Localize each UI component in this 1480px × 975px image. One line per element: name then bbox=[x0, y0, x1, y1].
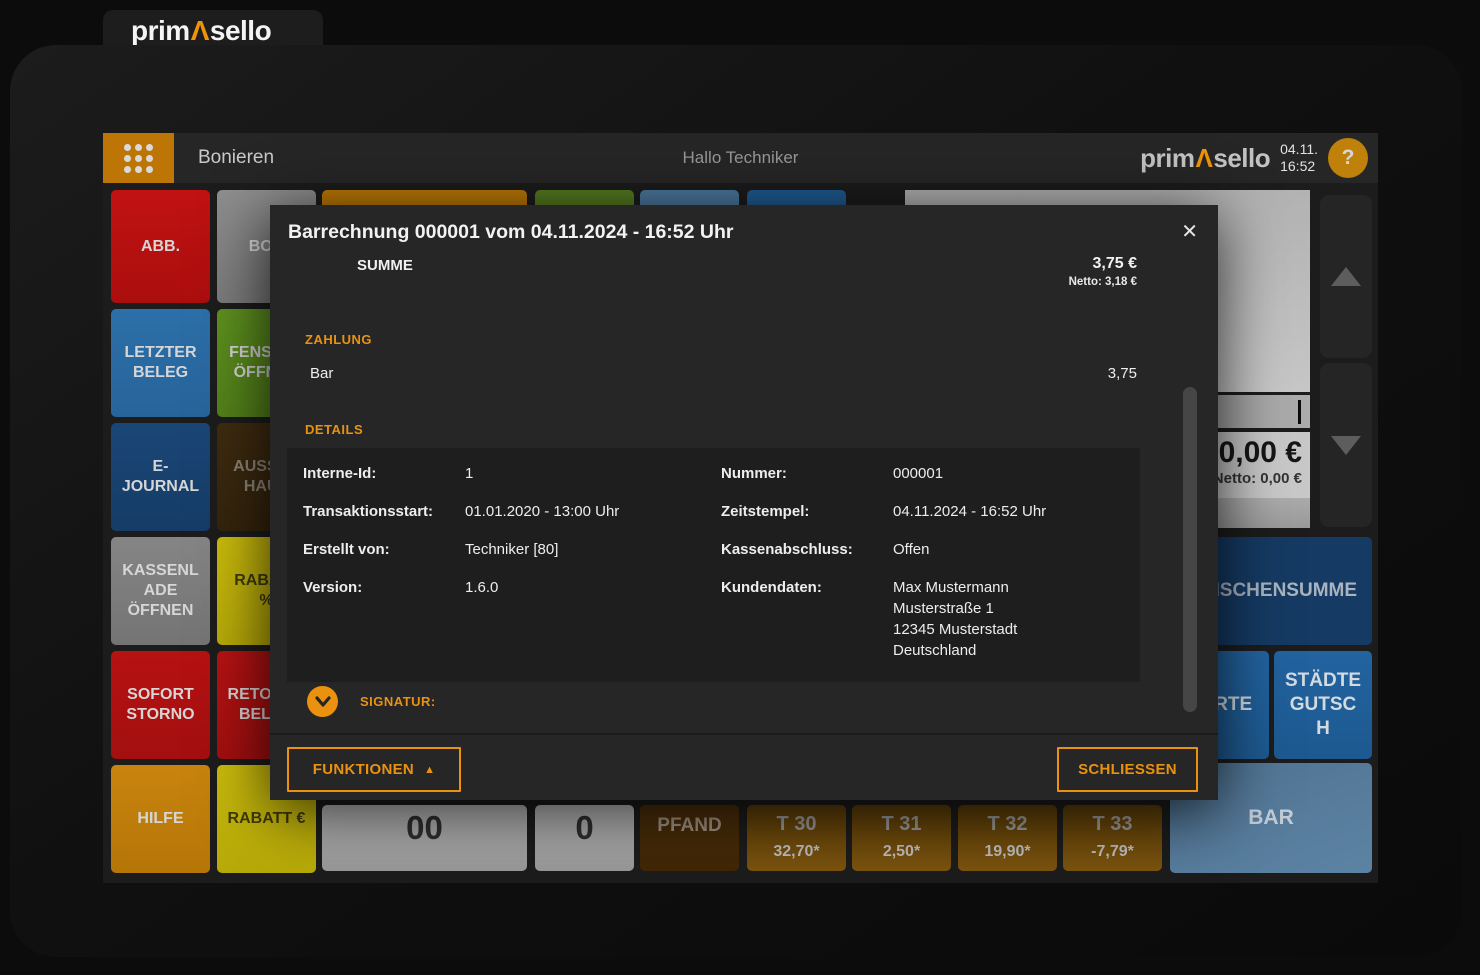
sidebar-button-sofort-storno[interactable]: SOFORT STORNO bbox=[111, 651, 210, 759]
barrechnung-modal: Barrechnung 000001 vom 04.11.2024 - 16:5… bbox=[270, 205, 1218, 800]
time-label: 16:52 bbox=[1280, 158, 1315, 174]
app-header: Bonieren Hallo Techniker primΛsello 04.1… bbox=[103, 133, 1378, 183]
grid-menu-icon bbox=[124, 144, 153, 173]
table-label: T 33 bbox=[1092, 812, 1132, 837]
datetime: 04.11.16:52 bbox=[1280, 141, 1318, 175]
payment-amount: 3,75 bbox=[1108, 365, 1137, 382]
detail-value: 01.01.2020 - 13:00 Uhr bbox=[465, 501, 721, 522]
chevron-toggle-button[interactable] bbox=[307, 686, 338, 717]
gross-amount: 3,75 € bbox=[1069, 255, 1137, 273]
detail-label: Interne-Id: bbox=[303, 463, 465, 484]
table-open-amount: -7,79* bbox=[1091, 842, 1134, 862]
question-icon: ? bbox=[1342, 146, 1355, 170]
date-label: 04.11. bbox=[1280, 141, 1318, 157]
table-label: T 32 bbox=[987, 812, 1027, 837]
detail-value: 000001 bbox=[893, 463, 1124, 484]
table-open-amount: 32,70* bbox=[773, 842, 819, 862]
detail-label: Kundendaten: bbox=[721, 577, 893, 661]
detail-value-kundendaten: Max Mustermann Musterstraße 1 12345 Must… bbox=[893, 577, 1124, 661]
net-amount: Netto: 3,18 € bbox=[1069, 276, 1137, 288]
text-cursor bbox=[1298, 400, 1301, 424]
scroll-down-button[interactable] bbox=[1320, 363, 1372, 527]
detail-label: Zeitstempel: bbox=[721, 501, 893, 522]
table-button-t30[interactable]: T 30 32,70* bbox=[747, 805, 846, 871]
scroll-up-button[interactable] bbox=[1320, 195, 1372, 358]
detail-value: 04.11.2024 - 16:52 Uhr bbox=[893, 501, 1124, 522]
sidebar-button-hilfe[interactable]: HILFE bbox=[111, 765, 210, 873]
detail-label: Erstellt von: bbox=[303, 539, 465, 560]
logo-caret-icon: Λ bbox=[1195, 143, 1214, 173]
arrow-up-icon bbox=[1331, 267, 1361, 286]
table-label: T 31 bbox=[881, 812, 921, 837]
header-right: primΛsello 04.11.16:52 ? bbox=[1140, 133, 1368, 183]
table-button-t32[interactable]: T 32 19,90* bbox=[958, 805, 1057, 871]
detail-value: Offen bbox=[893, 539, 1124, 560]
table-open-amount: 2,50* bbox=[883, 842, 920, 862]
modal-footer-divider bbox=[270, 733, 1218, 735]
pfand-button[interactable]: PFAND bbox=[640, 805, 739, 871]
summary-amounts: 3,75 € Netto: 3,18 € bbox=[1069, 255, 1137, 288]
details-heading: DETAILS bbox=[305, 422, 363, 437]
signature-label: SIGNATUR: bbox=[360, 694, 436, 709]
detail-label: Version: bbox=[303, 577, 465, 661]
keypad-double-zero-button[interactable]: 00 bbox=[322, 805, 527, 871]
payment-row: Bar 3,75 bbox=[310, 365, 1137, 382]
detail-value: 1.6.0 bbox=[465, 577, 721, 661]
sidebar-button-abbruch[interactable]: ABB. bbox=[111, 190, 210, 303]
detail-label: Transaktionsstart: bbox=[303, 501, 465, 522]
help-button[interactable]: ? bbox=[1328, 138, 1368, 178]
details-panel: Interne-Id: 1 Nummer: 000001 Transaktion… bbox=[287, 448, 1140, 682]
table-label: T 30 bbox=[776, 812, 816, 837]
table-button-t33[interactable]: T 33 -7,79* bbox=[1063, 805, 1162, 871]
primasello-logo: primΛsello bbox=[131, 15, 271, 47]
menu-button[interactable] bbox=[103, 133, 174, 183]
zahlung-heading: ZAHLUNG bbox=[305, 332, 372, 347]
schliessen-button[interactable]: SCHLIESSEN bbox=[1057, 747, 1198, 792]
staedte-gutschein-button[interactable]: STÄDTE GUTSCH bbox=[1274, 651, 1372, 759]
modal-title: Barrechnung 000001 vom 04.11.2024 - 16:5… bbox=[288, 221, 734, 244]
summe-label: SUMME bbox=[357, 257, 413, 274]
table-open-amount: 19,90* bbox=[984, 842, 1030, 862]
arrow-down-icon bbox=[1331, 436, 1361, 455]
primasello-logo-header: primΛsello bbox=[1140, 143, 1270, 174]
chevron-down-icon bbox=[315, 696, 331, 708]
table-button-t31[interactable]: T 31 2,50* bbox=[852, 805, 951, 871]
payment-method: Bar bbox=[310, 365, 333, 382]
funktionen-button[interactable]: FUNKTIONEN ▲ bbox=[287, 747, 461, 792]
logo-caret-icon: Λ bbox=[190, 15, 210, 46]
close-icon[interactable]: ✕ bbox=[1177, 217, 1202, 246]
detail-label: Nummer: bbox=[721, 463, 893, 484]
modal-scrollbar[interactable] bbox=[1183, 387, 1197, 712]
funktionen-label: FUNKTIONEN bbox=[313, 761, 414, 778]
sidebar-button-e-journal[interactable]: E-JOURNAL bbox=[111, 423, 210, 531]
triangle-up-icon: ▲ bbox=[424, 764, 435, 776]
detail-value: 1 bbox=[465, 463, 721, 484]
sidebar-button-kassenlade-oeffnen[interactable]: KASSENLADE ÖFFNEN bbox=[111, 537, 210, 645]
app-screen: Bonieren Hallo Techniker primΛsello 04.1… bbox=[103, 133, 1378, 883]
signature-expander[interactable]: SIGNATUR: bbox=[307, 686, 436, 717]
page-title: Bonieren bbox=[198, 133, 274, 183]
detail-value: Techniker [80] bbox=[465, 539, 721, 560]
detail-label: Kassenabschluss: bbox=[721, 539, 893, 560]
keypad-zero-button[interactable]: 0 bbox=[535, 805, 634, 871]
sidebar-button-letzter-beleg[interactable]: LETZTER BELEG bbox=[111, 309, 210, 417]
